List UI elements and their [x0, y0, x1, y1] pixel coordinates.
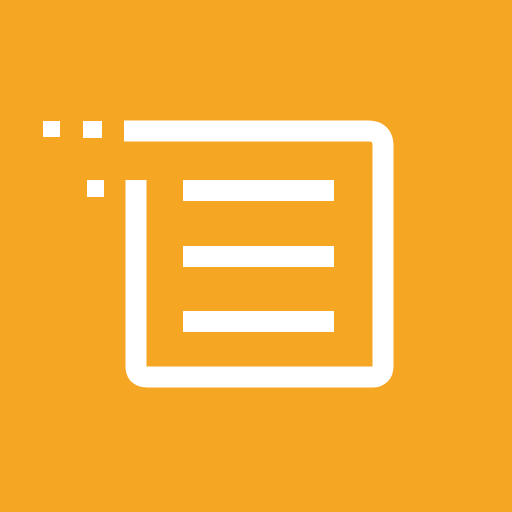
list-line: [183, 246, 334, 267]
list-line: [183, 180, 334, 201]
pixel-dot: [87, 180, 104, 197]
pixel-dot: [83, 121, 102, 138]
pixel-dot: [43, 121, 60, 137]
list-window-icon: [0, 0, 512, 512]
list-line: [183, 311, 334, 332]
app-icon: [0, 0, 512, 512]
